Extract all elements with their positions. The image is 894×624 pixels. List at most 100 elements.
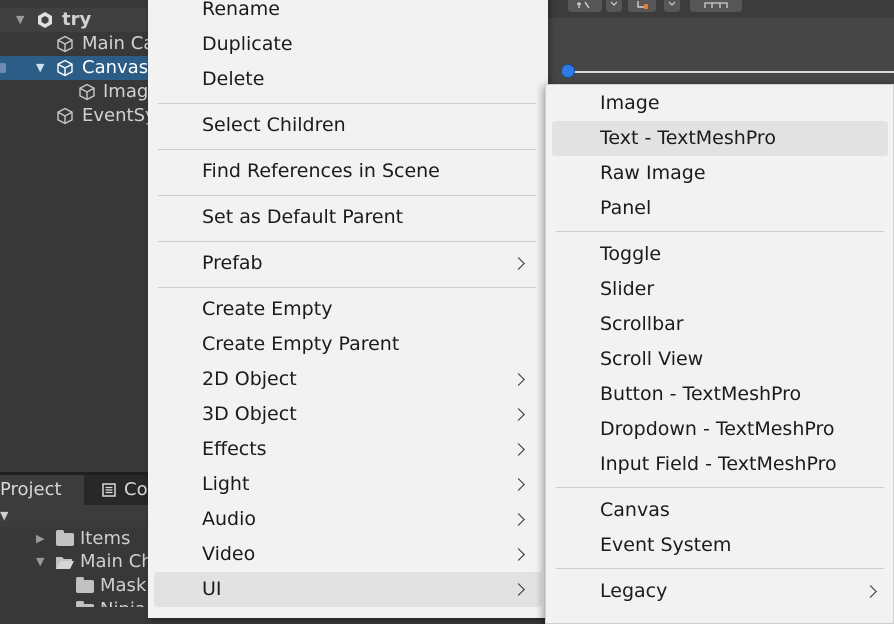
submenu-item-label: Button - TextMeshPro xyxy=(600,383,802,405)
menu-separator xyxy=(556,487,884,488)
submenu-item-scroll-view[interactable]: Scroll View xyxy=(600,342,880,377)
hierarchy-item-label: Canvas xyxy=(82,57,148,78)
create-dropdown-icon[interactable]: ▼ xyxy=(0,509,8,522)
menu-item-label: Video xyxy=(202,543,256,565)
menu-item-label: 3D Object xyxy=(202,403,297,425)
menu-item-set-default-parent[interactable]: Set as Default Parent xyxy=(202,200,522,235)
submenu-item-panel[interactable]: Panel xyxy=(600,191,880,226)
submenu-item-label: Slider xyxy=(600,278,655,300)
menu-item-effects[interactable]: Effects xyxy=(202,432,532,467)
menu-item-label: Rename xyxy=(202,0,280,20)
menu-item-ui[interactable]: UI xyxy=(154,572,542,607)
open-folder-icon xyxy=(56,557,74,569)
menu-item-label: Prefab xyxy=(202,252,263,274)
submenu-item-legacy[interactable]: Legacy xyxy=(600,574,884,609)
chevron-right-icon xyxy=(512,373,525,386)
tab-console[interactable]: Co xyxy=(100,475,148,505)
menu-item-label: Light xyxy=(202,473,250,495)
submenu-item-slider[interactable]: Slider xyxy=(600,272,880,307)
hierarchy-item-eventsystem[interactable]: EventSy xyxy=(0,104,148,128)
menu-separator xyxy=(556,231,884,232)
menu-item-2d-object[interactable]: 2D Object xyxy=(202,362,532,397)
submenu-item-label: Scrollbar xyxy=(600,313,684,335)
fold-arrow-icon[interactable]: ▼ xyxy=(36,56,44,80)
selection-marker xyxy=(0,63,6,73)
chevron-right-icon xyxy=(512,478,525,491)
gameobject-cube-icon xyxy=(57,59,73,77)
submenu-item-toggle[interactable]: Toggle xyxy=(600,237,880,272)
pivot-icon xyxy=(577,1,590,9)
project-item-ninja[interactable]: Ninja xyxy=(0,598,148,607)
tab-label: Project xyxy=(0,479,62,500)
menu-item-select-children[interactable]: Select Children xyxy=(202,108,522,143)
menu-item-audio[interactable]: Audio xyxy=(202,502,532,537)
dropdown-button[interactable] xyxy=(664,0,680,12)
scene-toolbar xyxy=(548,0,894,18)
hierarchy-item-main-camera[interactable]: Main Ca xyxy=(0,32,148,56)
menu-item-label: Duplicate xyxy=(202,33,293,55)
menu-item-label: Create Empty Parent xyxy=(202,333,400,355)
menu-item-label: Find References in Scene xyxy=(202,160,440,182)
project-item-label: Items xyxy=(80,528,131,549)
project-item-mask[interactable]: Mask xyxy=(0,574,148,598)
menu-item-video[interactable]: Video xyxy=(202,537,532,572)
submenu-item-label: Input Field - TextMeshPro xyxy=(600,453,837,475)
menu-item-light[interactable]: Light xyxy=(202,467,532,502)
submenu-item-image[interactable]: Image xyxy=(600,86,880,121)
submenu-item-label: Canvas xyxy=(600,499,670,521)
hierarchy-item-canvas[interactable]: ▼ Canvas xyxy=(0,56,148,80)
menu-item-rename[interactable]: Rename xyxy=(202,0,522,27)
rect-transform-handle[interactable] xyxy=(561,64,575,78)
submenu-item-dropdown-textmeshpro[interactable]: Dropdown - TextMeshPro xyxy=(600,412,880,447)
submenu-item-button-textmeshpro[interactable]: Button - TextMeshPro xyxy=(600,377,880,412)
hierarchy-item-image[interactable]: Imag xyxy=(0,80,148,104)
project-item-items[interactable]: ▶ Items xyxy=(0,527,148,551)
expand-arrow-icon[interactable]: ▶ xyxy=(36,527,44,551)
menu-item-create-empty[interactable]: Create Empty xyxy=(202,292,522,327)
hierarchy-scene-row[interactable]: ▼ try xyxy=(0,8,148,32)
project-item-label: Main Ch xyxy=(80,551,148,572)
folder-icon xyxy=(56,530,74,546)
tab-label: Co xyxy=(124,479,148,500)
project-item-label: Ninja xyxy=(100,598,146,607)
menu-item-find-references[interactable]: Find References in Scene xyxy=(202,154,522,189)
submenu-item-scrollbar[interactable]: Scrollbar xyxy=(600,307,880,342)
chevron-right-icon xyxy=(512,583,525,596)
submenu-item-event-system[interactable]: Event System xyxy=(600,528,880,563)
project-item-main-characters[interactable]: ▼ Main Ch xyxy=(0,550,148,574)
canvas-rect-edge xyxy=(566,71,894,73)
menu-item-duplicate[interactable]: Duplicate xyxy=(202,27,522,62)
menu-item-label: Set as Default Parent xyxy=(202,206,404,228)
tab-project[interactable]: Project xyxy=(0,475,84,505)
project-tab-bar: Project Co xyxy=(0,475,148,505)
submenu-item-input-field-textmeshpro[interactable]: Input Field - TextMeshPro xyxy=(600,447,880,482)
gameobject-cube-icon xyxy=(57,35,73,53)
chevron-right-icon xyxy=(512,443,525,456)
submenu-item-canvas[interactable]: Canvas xyxy=(600,493,880,528)
fold-arrow-icon[interactable]: ▼ xyxy=(36,550,44,574)
menu-item-3d-object[interactable]: 3D Object xyxy=(202,397,532,432)
fold-arrow-icon[interactable]: ▼ xyxy=(16,8,24,32)
gameobject-cube-icon xyxy=(79,83,95,101)
submenu-item-text-textmeshpro[interactable]: Text - TextMeshPro xyxy=(552,121,888,156)
submenu-item-label: Image xyxy=(600,92,660,114)
menu-item-label: 2D Object xyxy=(202,368,297,390)
chevron-down-icon xyxy=(668,1,676,6)
hierarchy-context-menu: Rename Duplicate Delete Select Children … xyxy=(148,0,548,618)
menu-item-create-empty-parent[interactable]: Create Empty Parent xyxy=(202,327,522,362)
hierarchy-item-label: Main Ca xyxy=(82,33,148,54)
menu-item-prefab[interactable]: Prefab xyxy=(202,246,532,281)
chevron-right-icon xyxy=(864,585,877,598)
chevron-right-icon xyxy=(512,408,525,421)
submenu-item-label: Toggle xyxy=(600,243,662,265)
dropdown-button[interactable] xyxy=(606,0,622,12)
menu-separator xyxy=(158,241,536,242)
pivot-toggle-button[interactable] xyxy=(568,0,602,12)
snap-button[interactable] xyxy=(628,0,656,12)
menu-item-delete[interactable]: Delete xyxy=(202,62,522,97)
grid-snap-button[interactable] xyxy=(690,0,742,12)
hierarchy-item-label: EventSy xyxy=(82,105,148,126)
folder-icon xyxy=(76,577,94,593)
submenu-item-raw-image[interactable]: Raw Image xyxy=(600,156,880,191)
hierarchy-panel: ▼ try Main Ca ▼ Canvas Imag EventS xyxy=(0,0,148,472)
